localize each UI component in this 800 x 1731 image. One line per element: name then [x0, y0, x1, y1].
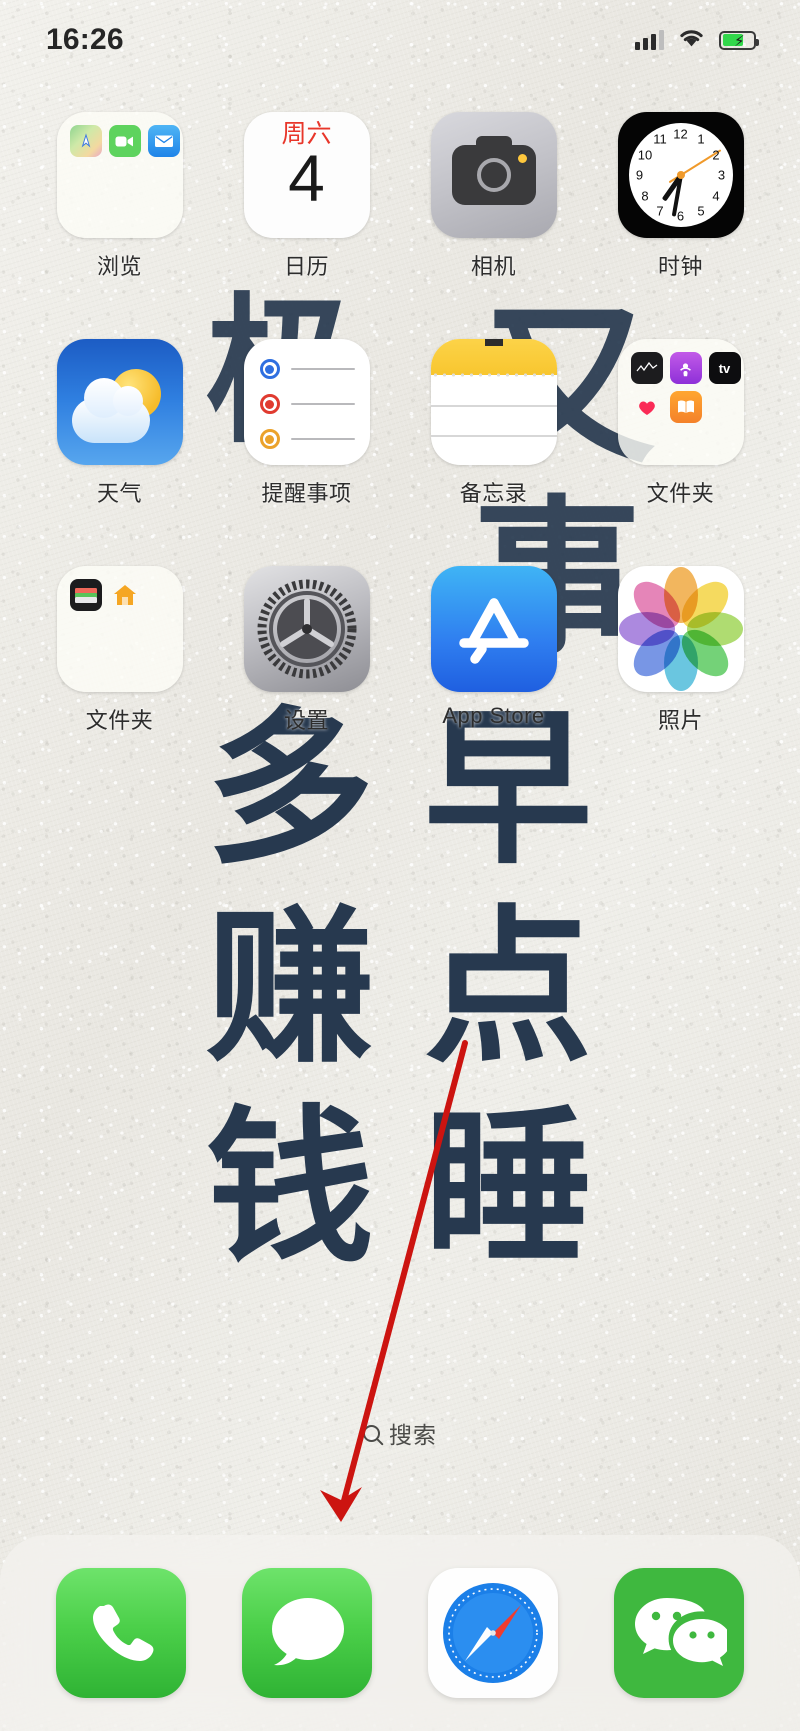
clock-numeral: 5 — [697, 203, 705, 218]
app-item-settings[interactable]: 设置 — [213, 566, 400, 735]
app-label: 照片 — [657, 708, 703, 733]
apple-tv-icon: tv — [708, 352, 741, 384]
health-icon — [631, 391, 663, 423]
app-item-notes[interactable]: 备忘录 — [400, 339, 587, 508]
clock-numeral: 7 — [656, 203, 664, 218]
wechat-icon[interactable] — [614, 1568, 744, 1698]
app-label: 设置 — [283, 708, 329, 733]
clock-numeral: 1 — [697, 131, 705, 147]
folder-icon[interactable]: tv — [617, 339, 744, 465]
messages-icon[interactable] — [242, 1568, 372, 1698]
search-pill[interactable]: 搜索 — [347, 1412, 453, 1454]
calendar-icon[interactable]: 周六 4 — [243, 112, 370, 238]
app-item-camera[interactable]: 相机 — [400, 112, 587, 281]
app-label: 天气 — [96, 481, 142, 506]
battery-charging-icon: ⚡ — [719, 30, 759, 50]
app-item-folder-browse[interactable]: 浏览 — [26, 112, 213, 281]
podcasts-icon — [669, 352, 702, 384]
wallet-icon — [69, 579, 102, 611]
app-item-folder-utilities[interactable]: 文件夹 — [26, 566, 213, 735]
app-store-icon[interactable] — [430, 566, 557, 692]
clock-numeral: 4 — [712, 188, 720, 203]
mail-icon — [147, 125, 180, 157]
app-item-weather[interactable]: 天气 — [26, 339, 213, 508]
photos-icon[interactable] — [617, 566, 744, 692]
dock — [0, 1535, 800, 1731]
camera-icon[interactable] — [430, 112, 557, 238]
clock-numeral: 2 — [712, 147, 720, 162]
clock-numeral: 8 — [641, 188, 649, 203]
weather-icon[interactable] — [56, 339, 183, 465]
safari-icon[interactable] — [428, 1568, 558, 1698]
app-label: 相机 — [470, 254, 516, 279]
app-item-reminders[interactable]: 提醒事项 — [213, 339, 400, 508]
app-label: 日历 — [283, 254, 329, 279]
clock-numeral: 6 — [676, 208, 685, 224]
clock-numeral: 12 — [673, 126, 688, 142]
books-icon — [669, 391, 702, 423]
app-label: 文件夹 — [85, 708, 154, 733]
app-item-photos[interactable]: 照片 — [587, 566, 774, 735]
phone-icon[interactable] — [56, 1568, 186, 1698]
clock-numeral: 3 — [717, 167, 726, 183]
clock-numeral: 9 — [635, 167, 644, 183]
folder-icon[interactable] — [56, 112, 183, 238]
status-bar: 16:26 ⚡ — [0, 0, 800, 80]
home-screen-app-grid: 浏览 周六 4 日历 相机 12 1 2 3 4 5 6 7 8 9 10 11 时钟 — [0, 112, 800, 735]
app-label: 提醒事项 — [261, 481, 352, 506]
cellular-bars-icon — [635, 30, 664, 50]
maps-icon — [69, 125, 102, 157]
wifi-icon — [678, 28, 705, 53]
app-label: App Store — [442, 703, 545, 728]
app-label: 备忘录 — [459, 481, 528, 506]
app-label: 时钟 — [657, 254, 703, 279]
app-item-app-store[interactable]: App Store — [400, 566, 587, 735]
clock-numeral: 10 — [637, 147, 653, 162]
status-bar-icons: ⚡ — [635, 28, 759, 53]
reminders-icon[interactable] — [243, 339, 370, 465]
calendar-day: 4 — [288, 140, 325, 215]
clock-numeral: 11 — [653, 131, 667, 147]
status-bar-time: 16:26 — [46, 23, 124, 56]
search-icon — [363, 1424, 380, 1442]
notes-icon[interactable] — [430, 339, 557, 465]
folder-icon[interactable] — [56, 566, 183, 692]
search-label: 搜索 — [389, 1422, 437, 1448]
home-icon — [109, 579, 141, 611]
app-item-clock[interactable]: 12 1 2 3 4 5 6 7 8 9 10 11 时钟 — [587, 112, 774, 281]
app-label: 文件夹 — [646, 481, 715, 506]
app-item-folder-media[interactable]: tv 文件夹 — [587, 339, 774, 508]
gear-icon[interactable] — [243, 566, 370, 692]
clock-icon[interactable]: 12 1 2 3 4 5 6 7 8 9 10 11 — [617, 112, 744, 238]
facetime-icon — [108, 125, 141, 157]
stocks-icon — [630, 352, 663, 384]
app-label: 浏览 — [96, 254, 142, 279]
app-item-calendar[interactable]: 周六 4 日历 — [213, 112, 400, 281]
